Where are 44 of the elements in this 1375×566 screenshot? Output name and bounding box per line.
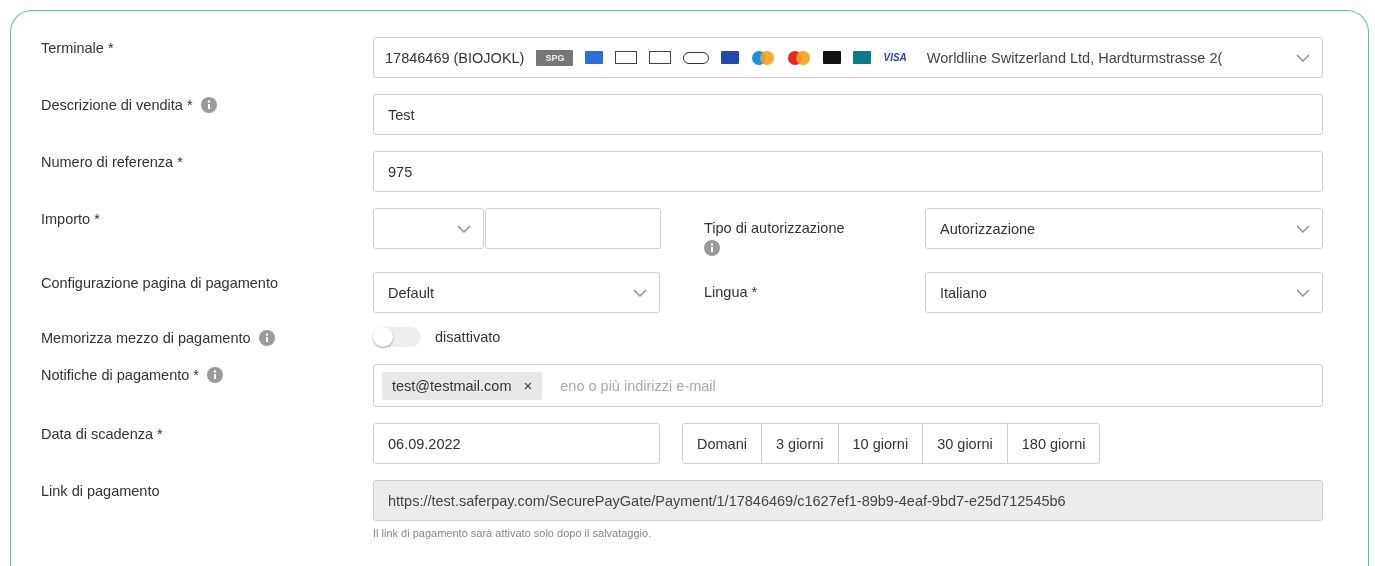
- reference-input[interactable]: 975: [373, 151, 1323, 192]
- currency-select[interactable]: [373, 208, 484, 249]
- field-label: Data di scadenza *: [41, 426, 163, 442]
- page-config-select[interactable]: Default: [373, 272, 660, 313]
- field-label: Importo *: [41, 211, 100, 227]
- hint-text: Il link di pagamento sarà attivato solo dopo il salvataggio.: [373, 527, 653, 539]
- quick-date-button[interactable]: 30 giorni: [922, 423, 1008, 464]
- chevron-down-icon: [1296, 289, 1310, 297]
- card-logo-icon: [615, 51, 638, 64]
- amount-input[interactable]: [485, 208, 661, 249]
- field-label: Memorizza mezzo di pagamento: [41, 330, 251, 346]
- quick-date-button[interactable]: 10 giorni: [837, 423, 924, 464]
- quick-date-button[interactable]: 180 giorni: [1006, 423, 1101, 464]
- field-label: Lingua *: [704, 284, 759, 300]
- info-icon[interactable]: [258, 330, 275, 346]
- date-input[interactable]: 06.09.2022: [373, 423, 660, 464]
- field-label: Tipo di autorizzazione: [704, 220, 846, 236]
- payment-logo: VISA: [883, 52, 907, 63]
- chevron-down-icon: [1296, 225, 1310, 233]
- quick-date-button[interactable]: 3 giorni: [760, 423, 839, 464]
- email-tags-field[interactable]: test@testmail.com × eno o più indirizzi e-mail: [373, 364, 1323, 407]
- field-label: Terminale *: [41, 40, 114, 56]
- field-label: Numero di referenza *: [41, 154, 183, 170]
- info-icon[interactable]: [200, 97, 217, 113]
- toggle-state-text: disattivato: [435, 329, 501, 345]
- info-icon[interactable]: [207, 367, 223, 383]
- info-icon[interactable]: [704, 240, 720, 256]
- field-label: Configurazione pagina di pagamento: [41, 275, 278, 291]
- toggle-switch[interactable]: [373, 327, 421, 347]
- terminal-select[interactable]: 17846469 (BIOJOKL) SPG VISA Worldline Switzerland Ltd, Hardturmstrasse 2(: [373, 37, 1323, 78]
- chevron-down-icon: [633, 289, 647, 297]
- email-chip-text: test@testmail.com: [392, 377, 512, 394]
- authorization-select[interactable]: Autorizzazione: [925, 208, 1323, 249]
- card-logo-icon: [649, 51, 672, 64]
- quick-date-button[interactable]: Domani: [682, 423, 762, 464]
- field-label: Notifiche di pagamento *: [41, 367, 199, 383]
- field-label: Link di pagamento: [41, 483, 160, 499]
- chevron-down-icon: [1296, 54, 1310, 62]
- payment-logo: SPG: [536, 49, 574, 66]
- remove-button[interactable]: ×: [523, 377, 533, 394]
- chevron-down-icon: [457, 225, 471, 233]
- field-label: Descrizione di vendita *: [41, 97, 193, 113]
- description-input[interactable]: Test: [373, 94, 1323, 135]
- language-select[interactable]: Italiano: [925, 272, 1323, 313]
